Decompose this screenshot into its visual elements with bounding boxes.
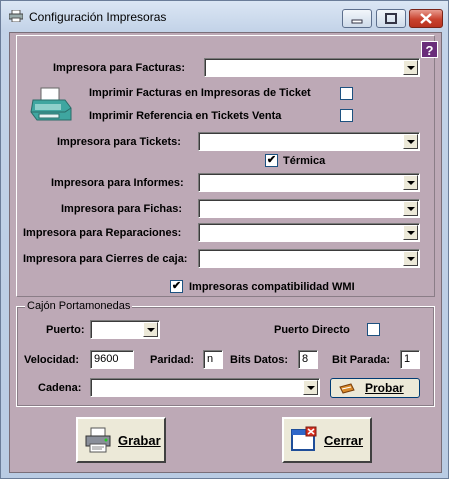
facturas-printer-select[interactable] (204, 58, 420, 77)
minimize-icon (351, 19, 363, 24)
chevron-down-icon[interactable] (143, 322, 158, 337)
fichas-printer-select[interactable] (198, 199, 420, 218)
close-window-icon (291, 426, 317, 451)
printer-large-icon (30, 87, 72, 121)
bits-datos-input[interactable]: 8 (298, 350, 318, 369)
close-icon (420, 13, 432, 24)
cadena-label: Cadena: (38, 382, 82, 394)
chevron-down-icon[interactable] (403, 201, 418, 216)
informes-label: Impresora para Informes: (51, 177, 184, 189)
printers-panel: ? Impresora para Facturas: Imprimir Fact… (16, 35, 438, 297)
checkmark-icon: ✔ (266, 154, 277, 166)
grabar-label: Grabar (118, 433, 161, 448)
velocidad-input[interactable]: 9600 (90, 350, 134, 369)
wmi-checkbox[interactable]: ✔ (170, 280, 183, 293)
bits-datos-label: Bits Datos: (230, 354, 289, 366)
termica-label: Térmica (283, 155, 326, 167)
printer-icon (9, 10, 23, 22)
probar-label: Probar (365, 381, 404, 395)
chevron-down-icon[interactable] (403, 175, 418, 190)
config-window: Configuración Impresoras ? Impresora par… (0, 0, 449, 479)
probar-button[interactable]: Probar (330, 378, 420, 398)
bit-parada-input[interactable]: 1 (400, 350, 420, 369)
chevron-down-icon[interactable] (403, 251, 418, 266)
chevron-down-icon[interactable] (403, 60, 418, 75)
reparaciones-printer-select[interactable] (198, 223, 420, 242)
cajon-group-title: Cajón Portamonedas (25, 300, 133, 312)
imprimir-referencia-checkbox[interactable] (340, 109, 353, 122)
imprimir-facturas-ticket-label: Imprimir Facturas en Impresoras de Ticke… (89, 87, 311, 99)
paridad-input[interactable]: n (203, 350, 223, 369)
title-bar[interactable]: Configuración Impresoras (1, 1, 448, 31)
velocidad-label: Velocidad: (24, 354, 80, 366)
bit-parada-label: Bit Parada: (332, 354, 391, 366)
chevron-down-icon[interactable] (303, 380, 318, 395)
window-title: Configuración Impresoras (29, 10, 167, 24)
maximize-button[interactable] (376, 9, 406, 28)
chevron-down-icon[interactable] (403, 134, 418, 149)
informes-printer-select[interactable] (198, 173, 420, 192)
tickets-label: Impresora para Tickets: (57, 136, 181, 148)
puerto-directo-label: Puerto Directo (274, 324, 350, 336)
help-button[interactable]: ? (421, 41, 438, 58)
paridad-label: Paridad: (150, 354, 195, 366)
grabar-button[interactable]: Grabar (76, 417, 166, 463)
imprimir-referencia-label: Imprimir Referencia en Tickets Venta (89, 110, 282, 122)
fichas-label: Impresora para Fichas: (61, 203, 183, 215)
maximize-icon (385, 13, 397, 24)
cerrar-button[interactable]: Cerrar (282, 417, 372, 463)
cierres-printer-select[interactable] (198, 249, 420, 268)
imprimir-facturas-ticket-checkbox[interactable] (340, 87, 353, 100)
facturas-label: Impresora para Facturas: (53, 62, 186, 74)
puerto-label: Puerto: (46, 324, 85, 336)
checkmark-icon: ✔ (171, 280, 182, 292)
puerto-select[interactable] (90, 320, 160, 339)
cadena-select[interactable] (90, 378, 320, 397)
client-area: ? Impresora para Facturas: Imprimir Fact… (9, 32, 442, 473)
close-button[interactable] (409, 9, 443, 28)
cerrar-label: Cerrar (324, 433, 364, 448)
minimize-button[interactable] (342, 9, 372, 28)
cierres-label: Impresora para Cierres de caja: (23, 253, 188, 265)
save-printer-icon (85, 427, 111, 453)
puerto-directo-checkbox[interactable] (367, 323, 380, 336)
reparaciones-label: Impresora para Reparaciones: (23, 227, 182, 239)
chevron-down-icon[interactable] (403, 225, 418, 240)
tickets-printer-select[interactable] (198, 132, 420, 151)
wmi-label: Impresoras compatibilidad WMI (189, 281, 355, 293)
termica-checkbox[interactable]: ✔ (265, 154, 278, 167)
test-drawer-icon (339, 383, 355, 394)
